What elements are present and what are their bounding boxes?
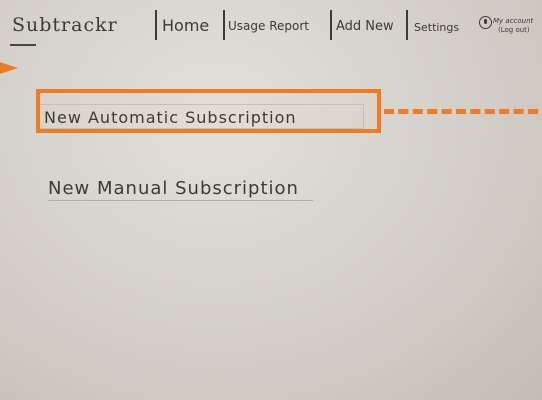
account-label: My account (493, 17, 534, 25)
logout-link[interactable]: (Log out) (498, 26, 530, 34)
nav-usage-report-link[interactable]: Usage Report (228, 19, 309, 33)
info-icon (479, 16, 492, 29)
top-nav: Subtrackr Home Usage Report Add New Sett… (0, 0, 542, 48)
nav-divider (406, 10, 408, 40)
new-automatic-subscription-button[interactable]: New Automatic Subscription (44, 108, 297, 130)
nav-divider (330, 10, 332, 40)
new-manual-subscription-button[interactable]: New Manual Subscription (48, 178, 313, 201)
nav-divider (155, 10, 157, 40)
brand-underline (10, 44, 36, 46)
nav-settings-link[interactable]: Settings (414, 21, 459, 34)
account-menu[interactable]: My account (Log out) (478, 16, 542, 44)
annotation-dashed-line (384, 109, 538, 114)
nav-add-new-link[interactable]: Add New (336, 19, 394, 34)
annotation-arrow-tip (0, 62, 18, 74)
nav-home-link[interactable]: Home (162, 16, 209, 35)
brand-logo[interactable]: Subtrackr (12, 14, 118, 36)
nav-divider (223, 10, 225, 40)
